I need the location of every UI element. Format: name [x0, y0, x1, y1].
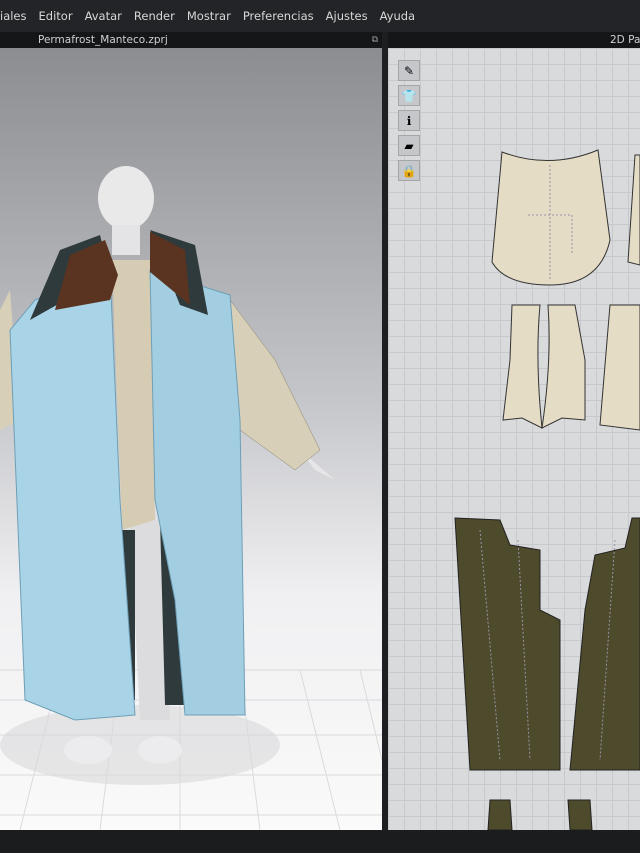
menu-ayuda[interactable]: Ayuda [380, 9, 416, 23]
pattern-piece-front-left [502, 304, 543, 429]
status-bar [0, 830, 640, 853]
show-baseline-icon[interactable]: ✎ [398, 60, 420, 81]
pattern-pieces [454, 149, 640, 830]
pattern-piece-pants-right [569, 517, 640, 771]
pattern-piece-lower-1 [487, 799, 513, 830]
2d-pattern-window[interactable] [388, 48, 640, 830]
pattern-piece-back [491, 149, 611, 286]
menu-avatar[interactable]: Avatar [85, 9, 122, 23]
info-icon[interactable]: ℹ [398, 110, 420, 131]
show-garment-icon[interactable]: 👕 [398, 85, 420, 106]
3d-window-titlebar: Permafrost_Manteco.zprj ⧉ [0, 32, 382, 48]
2d-toolbar: ✎ 👕 ℹ ▰ 🔒 [398, 60, 420, 181]
pattern-piece-front-3 [599, 304, 640, 431]
menu-bar: iales Editor Avatar Render Mostrar Prefe… [0, 0, 640, 32]
menu-editor[interactable]: Editor [39, 9, 73, 23]
3d-scene [0, 166, 382, 830]
3d-viewport[interactable] [0, 48, 382, 830]
shirt-sleeve-right [229, 299, 321, 471]
pattern-piece-pants-left [454, 517, 561, 771]
menu-mostrar[interactable]: Mostrar [187, 9, 231, 23]
texture-icon[interactable]: ▰ [398, 135, 420, 156]
pattern-piece-back-2 [627, 154, 640, 266]
pattern-piece-front-right [541, 304, 586, 429]
menu-ajustes[interactable]: Ajustes [326, 9, 368, 23]
menu-materiales[interactable]: iales [0, 9, 27, 23]
3d-window-title: Permafrost_Manteco.zprj [38, 34, 168, 46]
external-window-icon[interactable]: ⧉ [372, 32, 378, 48]
menu-preferencias[interactable]: Preferencias [243, 9, 314, 23]
2d-window-title: 2D Pat [610, 34, 640, 46]
menu-render[interactable]: Render [134, 9, 175, 23]
pattern-piece-lower-2 [567, 799, 593, 830]
lock-garment-icon[interactable]: 🔒 [398, 160, 420, 181]
2d-window-titlebar: 2D Pat [388, 32, 640, 48]
